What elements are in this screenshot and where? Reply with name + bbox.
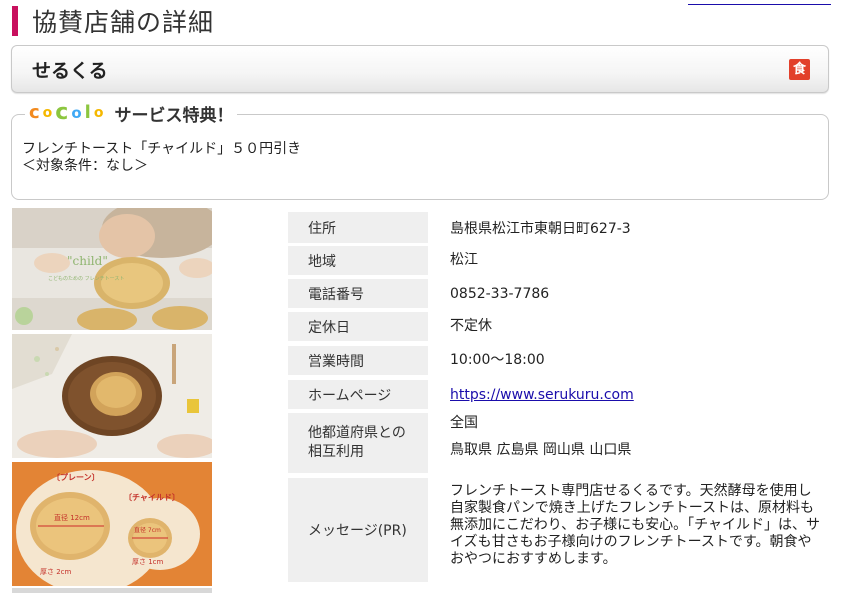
photo3-plain-label: 〔プレーン〕	[52, 472, 100, 482]
mutual-use-value: 全国 鳥取県 広島県 岡山県 山口県	[450, 415, 825, 459]
service-benefit-header: cocolo サービス特典！	[25, 100, 238, 126]
photo3-child-thickness: 厚さ 1cm	[132, 558, 164, 566]
logo-letter: c	[55, 100, 69, 125]
service-benefit-line: フレンチトースト「チャイルド」５０円引き	[22, 141, 302, 157]
address-label: 住所	[288, 212, 428, 243]
mutual-use-label-line: 相互利用	[308, 444, 364, 460]
region-value: 松江	[450, 252, 478, 268]
homepage-link[interactable]: https://www.serukuru.com	[450, 387, 634, 403]
info-row-address: 住所 島根県松江市東朝日町627-3	[288, 212, 830, 243]
mutual-use-prefectures: 鳥取県 広島県 岡山県 山口県	[450, 442, 632, 458]
logo-letter: l	[84, 102, 91, 123]
message-value: フレンチトースト専門店せるくるです。天然酵母を使用し自家製食パンで焼き上げたフレ…	[450, 483, 821, 567]
info-row-mutual-use: 他都道府県との 相互利用 全国 鳥取県 広島県 岡山県 山口県	[288, 413, 830, 473]
photo3-child-label: 〔チャイルド〕	[124, 492, 180, 502]
photo3-child-diameter: 直径 7cm	[134, 526, 161, 534]
holiday-value: 不定休	[450, 318, 492, 334]
food-category-icon: 食	[789, 59, 810, 80]
photo1-caption: "child"	[67, 254, 108, 268]
store-name: せるくる	[32, 60, 108, 82]
store-photo-3: 〔プレーン〕 〔チャイルド〕 直径 12cm 直径 7cm 厚さ 2cm 厚さ …	[12, 462, 212, 586]
phone-value: 0852-33-7786	[450, 286, 550, 302]
logo-letter: o	[93, 105, 104, 121]
mutual-use-label: 他都道府県との 相互利用	[288, 413, 428, 473]
homepage-value: https://www.serukuru.com	[450, 387, 825, 404]
holiday-label: 定休日	[288, 312, 428, 341]
logo-letter: c	[29, 102, 40, 123]
info-row-phone: 電話番号 0852-33-7786	[288, 279, 830, 308]
photo3-plain-thickness: 厚さ 2cm	[40, 568, 72, 576]
info-row-homepage: ホームページ https://www.serukuru.com	[288, 380, 830, 409]
store-photo-4-edge	[12, 588, 212, 593]
service-benefit-title: サービス特典！	[114, 105, 234, 126]
message-label: メッセージ(PR)	[288, 478, 428, 582]
store-photo-1: "child" こどものための フレンチトースト	[12, 208, 212, 330]
hours-label: 営業時間	[288, 346, 428, 375]
info-row-message: メッセージ(PR) フレンチトースト専門店せるくるです。天然酵母を使用し自家製食…	[288, 478, 830, 582]
logo-letter: o	[42, 105, 53, 121]
header-accent-bar	[12, 6, 18, 36]
region-label: 地域	[288, 246, 428, 275]
top-link[interactable]	[688, 0, 831, 5]
store-photo-2	[12, 334, 212, 458]
logo-letter: o	[71, 103, 82, 122]
info-row-holiday: 定休日 不定休	[288, 312, 830, 341]
photo3-plain-diameter: 直径 12cm	[54, 513, 90, 522]
mutual-use-nationwide: 全国	[450, 415, 478, 431]
page-header: 協賛店舗の詳細	[12, 6, 215, 37]
cocolo-logo: cocolo	[29, 102, 106, 124]
phone-label: 電話番号	[288, 279, 428, 308]
hours-value: 10:00～18:00	[450, 352, 545, 368]
mutual-use-label-line: 他都道府県との	[308, 425, 406, 441]
store-name-box: せるくる 食	[11, 45, 829, 93]
address-value: 島根県松江市東朝日町627-3	[450, 221, 631, 237]
homepage-label: ホームページ	[288, 380, 428, 409]
info-row-hours: 営業時間 10:00～18:00	[288, 346, 830, 375]
info-row-region: 地域 松江	[288, 246, 830, 275]
service-benefit-text: フレンチトースト「チャイルド」５０円引き ＜対象条件：なし＞	[22, 141, 301, 175]
photo1-subcaption: こどものための フレンチトースト	[48, 275, 124, 282]
service-condition-line: ＜対象条件：なし＞	[22, 158, 148, 174]
page-title: 協賛店舗の詳細	[32, 8, 215, 37]
